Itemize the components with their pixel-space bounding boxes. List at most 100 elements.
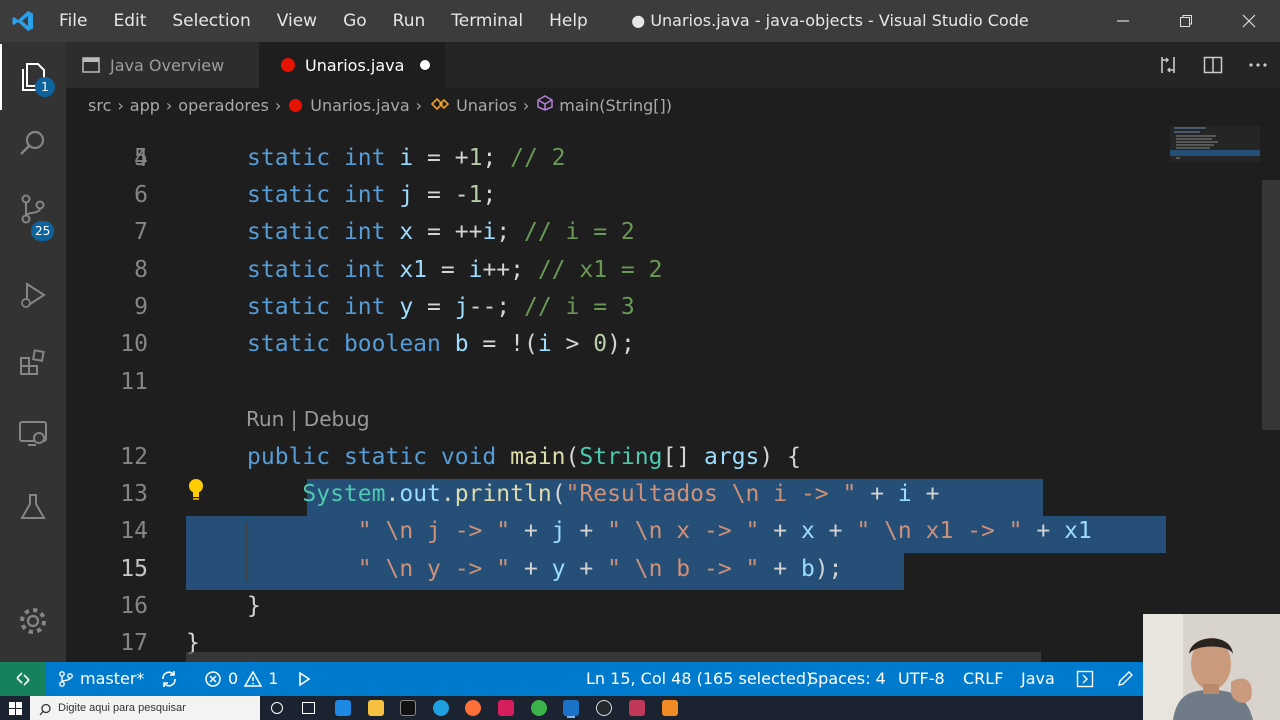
branch-indicator[interactable]: master* — [58, 662, 144, 696]
breadcrumb-src[interactable]: src — [88, 96, 111, 115]
vscode-taskbar-icon[interactable] — [563, 700, 579, 716]
tab-label: Java Overview — [110, 55, 225, 75]
code-line[interactable]: 14 " \n j -> " + j + " \n x -> " + x + "… — [66, 513, 1166, 550]
restore-button[interactable] — [1154, 0, 1217, 42]
code-text: " \n y -> " + y + " \n b -> " + b); — [247, 551, 843, 588]
minimize-button[interactable] — [1091, 0, 1154, 42]
code-token: . — [385, 481, 400, 507]
menu-go[interactable]: Go — [330, 0, 380, 42]
firefox-icon[interactable] — [465, 700, 481, 716]
code-line[interactable]: 7 static int x = ++i; // i = 2 — [66, 214, 1166, 251]
breadcrumb-method[interactable]: main(String[]) — [559, 96, 672, 115]
task-view-icon[interactable] — [302, 702, 315, 714]
remote-indicator-icon[interactable] — [0, 662, 46, 696]
feedback-icon[interactable] — [1076, 662, 1094, 696]
file-explorer-icon[interactable] — [368, 700, 384, 716]
code-line[interactable]: 11 — [66, 364, 1166, 401]
explorer-icon[interactable]: 1 — [0, 44, 66, 110]
open-changes-icon[interactable] — [1145, 42, 1190, 88]
scm-badge: 25 — [31, 221, 55, 241]
settings-gear-icon[interactable] — [0, 588, 66, 654]
taskbar-search-input[interactable]: Digite aqui para pesquisar — [30, 696, 260, 720]
testing-icon[interactable] — [0, 474, 66, 540]
code-line[interactable]: 6 static int j = -1; — [66, 177, 1166, 214]
code-line[interactable]: 15 " \n y -> " + y + " \n b -> " + b); — [66, 551, 1166, 588]
line-number: 16 — [120, 593, 148, 619]
tab-unarios-java[interactable]: Unarios.java — [259, 42, 445, 88]
code-token: "Resultados \n i -> " — [565, 481, 857, 507]
app-icon[interactable] — [531, 700, 547, 716]
java-error-icon — [289, 98, 303, 112]
editor-tabs: Java Overview Unarios.java — [66, 42, 1280, 88]
code-line[interactable]: 16} — [66, 588, 1166, 625]
more-actions-icon[interactable] — [1235, 42, 1280, 88]
close-button[interactable] — [1217, 0, 1280, 42]
menu-help[interactable]: Help — [536, 0, 601, 42]
chevron-right-icon: › — [274, 95, 282, 115]
code-line[interactable]: 5 static int i = +1; // 2 — [66, 140, 1166, 177]
lightbulb-icon[interactable] — [186, 477, 206, 501]
menu-view[interactable]: View — [264, 0, 330, 42]
github-icon[interactable] — [596, 700, 612, 716]
indentation[interactable]: Spaces: 4 — [808, 662, 886, 696]
code-line[interactable]: 10 static boolean b = !(i > 0); — [66, 326, 1166, 363]
menu-edit[interactable]: Edit — [100, 0, 159, 42]
menu-selection[interactable]: Selection — [159, 0, 263, 42]
codelens-run-debug[interactable]: Run | Debug — [246, 407, 370, 431]
encoding[interactable]: UTF-8 — [898, 662, 945, 696]
search-icon[interactable] — [0, 110, 66, 176]
code-line[interactable]: 13 System.out.println("Resultados \n i -… — [66, 476, 1166, 513]
breadcrumb-file[interactable]: Unarios.java — [310, 96, 409, 115]
code-token: public — [247, 444, 344, 470]
code-line[interactable]: 12 public static void main(String[] args)… — [66, 439, 1166, 476]
app-icon[interactable] — [662, 700, 678, 716]
code-token: 1 — [468, 182, 483, 208]
edge-icon[interactable] — [433, 700, 449, 716]
edit-pencil-icon[interactable] — [1116, 662, 1134, 696]
problems-indicator[interactable]: 0 1 — [204, 662, 278, 696]
language-mode[interactable]: Java — [1021, 662, 1055, 696]
code-editor[interactable]: 4 5 static int i = +1; // 2 6 static int j … — [66, 122, 1166, 662]
activity-bar: 1 25 — [0, 42, 66, 662]
git-branch-icon — [59, 671, 73, 687]
code-token: + — [814, 518, 857, 544]
cursor-position[interactable]: Ln 15, Col 48 (165 selected) — [586, 662, 812, 696]
tab-java-overview[interactable]: Java Overview — [66, 42, 259, 88]
line-endings[interactable]: CRLF — [963, 662, 1003, 696]
store-icon[interactable] — [400, 700, 416, 716]
run-debug-icon[interactable] — [0, 262, 66, 328]
code-token: // i = 2 — [524, 219, 635, 245]
menu-run[interactable]: Run — [380, 0, 439, 42]
breadcrumb-app[interactable]: app — [130, 96, 160, 115]
breadcrumb-class[interactable]: Unarios — [456, 96, 517, 115]
code-line[interactable]: 9 static int y = j--; // i = 3 — [66, 289, 1166, 326]
remote-explorer-icon[interactable] — [0, 400, 66, 466]
mail-icon[interactable] — [335, 700, 351, 716]
sync-icon[interactable] — [160, 662, 178, 696]
windows-start-icon[interactable] — [9, 701, 23, 720]
code-line[interactable]: 8 static int x1 = i++; // x1 = 2 — [66, 252, 1166, 289]
intellij-icon[interactable] — [498, 700, 514, 716]
source-control-icon[interactable]: 25 — [0, 176, 66, 242]
code-text: static int j = -1; — [247, 177, 496, 214]
run-play-icon[interactable] — [296, 662, 312, 696]
minimap[interactable] — [1166, 122, 1266, 662]
horizontal-scrollbar[interactable] — [186, 652, 1041, 662]
split-editor-icon[interactable] — [1190, 42, 1235, 88]
app-icon[interactable] — [629, 700, 645, 716]
vertical-scrollbar[interactable] — [1262, 180, 1280, 430]
code-token: = !( — [468, 331, 538, 357]
code-token: " \n x1 -> " — [856, 518, 1023, 544]
unsaved-dot-icon[interactable] — [420, 60, 431, 70]
code-token: b — [800, 556, 815, 582]
cortana-icon[interactable] — [271, 702, 283, 714]
menu-terminal[interactable]: Terminal — [438, 0, 536, 42]
line-number: 15 — [120, 556, 148, 582]
extensions-icon[interactable] — [0, 330, 66, 396]
breadcrumb-operadores[interactable]: operadores — [178, 96, 269, 115]
chevron-right-icon: › — [415, 95, 423, 115]
code-token: + — [759, 518, 801, 544]
menu-file[interactable]: File — [46, 0, 100, 42]
